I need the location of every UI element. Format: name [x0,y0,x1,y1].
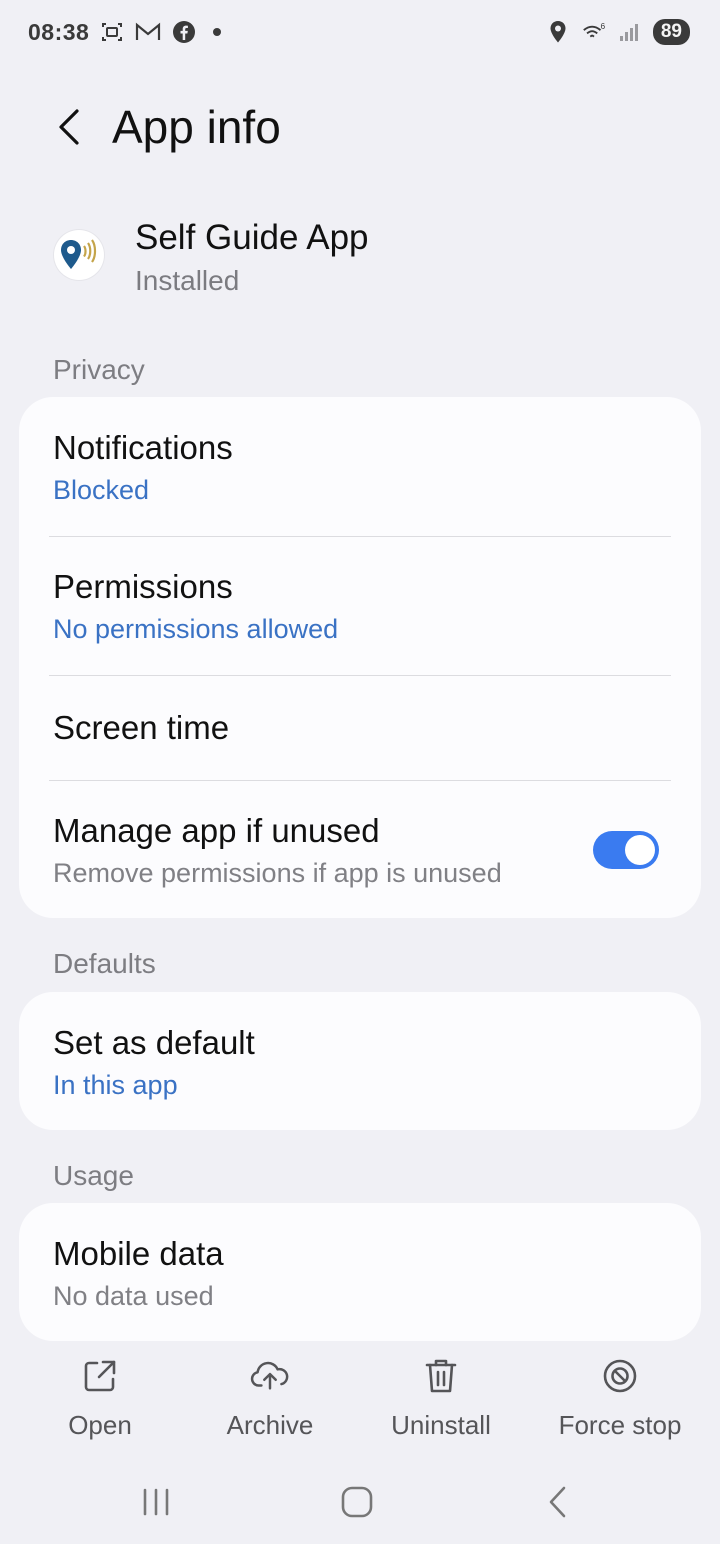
app-install-status: Installed [135,265,240,296]
divider [49,536,671,537]
permissions-title: Permissions [53,568,233,605]
home-icon [341,1486,373,1518]
notification-dot [213,28,222,36]
force-stop-label: Force stop [558,1410,682,1440]
chevron-left-icon [549,1486,566,1518]
status-left: 08:38 [28,18,222,46]
app-icon [54,230,104,280]
chevron-left-icon [59,109,79,145]
divider [49,780,671,781]
set-as-default-status: In this app [53,1070,178,1100]
system-nav-bar [0,1470,720,1534]
home-button[interactable] [327,1480,387,1524]
battery-icon: 89 [652,19,690,45]
uninstall-button[interactable]: Uninstall [385,1350,497,1441]
wifi-icon: 6 [581,19,607,45]
permissions-status: No permissions allowed [53,614,339,644]
privacy-card: Notifications Blocked Permissions No per… [19,397,701,918]
section-heading-defaults: Defaults [53,948,156,979]
screen-time-title: Screen time [53,709,230,746]
screenshot-icon [99,19,125,45]
force-stop-button[interactable]: Force stop [556,1350,684,1441]
section-heading-usage: Usage [53,1160,134,1191]
set-as-default-title: Set as default [53,1024,255,1061]
open-button[interactable]: Open [60,1350,140,1441]
uninstall-label: Uninstall [391,1410,491,1440]
manage-unused-toggle[interactable] [593,831,659,869]
screen-time-item[interactable]: Screen time [19,709,701,747]
recent-apps-button[interactable] [126,1480,186,1524]
trash-icon [421,1356,461,1396]
page-title: App info [112,101,281,153]
back-button[interactable] [40,97,100,157]
notifications-title: Notifications [53,429,233,466]
recent-apps-icon [143,1488,169,1516]
gmail-icon [135,19,161,45]
map-pin-audio-icon [61,239,97,269]
status-right: 6 89 [545,19,690,45]
action-bar: Open Archive Uninstall Force stop [0,1350,720,1450]
svg-text:6: 6 [600,21,605,31]
app-header: Self Guide App Installed [0,210,720,310]
status-time: 08:38 [28,18,90,45]
notifications-item[interactable]: Notifications Blocked [19,429,701,506]
usage-card: Mobile data No data used [19,1203,701,1341]
permissions-item[interactable]: Permissions No permissions allowed [19,568,701,645]
mobile-data-status: No data used [53,1281,214,1311]
mobile-data-item[interactable]: Mobile data No data used [19,1235,701,1312]
stop-icon [600,1356,640,1396]
toggle-knob [625,835,655,865]
header: App info [0,92,720,162]
cloud-upload-icon [250,1356,290,1396]
nav-back-button[interactable] [528,1480,588,1524]
app-name: Self Guide App [135,218,369,257]
mobile-data-title: Mobile data [53,1235,224,1272]
divider [49,675,671,676]
signal-icon [617,19,643,45]
open-label: Open [68,1410,132,1440]
set-as-default-item[interactable]: Set as default In this app [19,1024,701,1101]
notifications-status: Blocked [53,475,150,505]
section-heading-privacy: Privacy [53,354,145,385]
open-external-icon [80,1356,120,1396]
archive-label: Archive [226,1410,314,1440]
status-bar: 08:38 6 89 [0,0,720,64]
location-icon [545,19,571,45]
archive-button[interactable]: Archive [220,1350,320,1441]
defaults-card: Set as default In this app [19,992,701,1130]
facebook-icon [171,19,197,45]
